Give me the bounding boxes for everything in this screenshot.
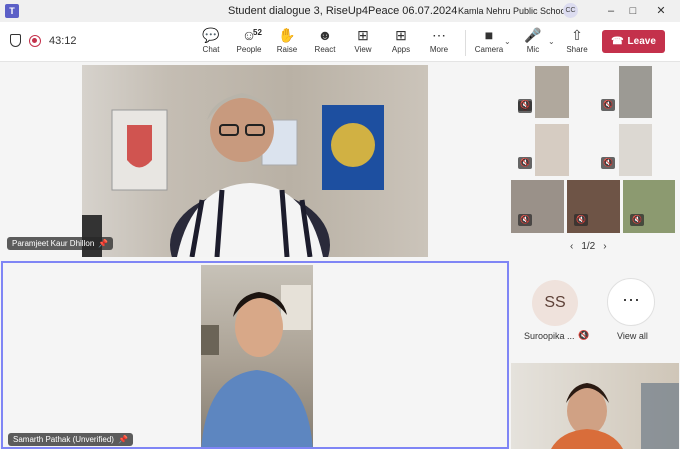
chat-button[interactable]: 💬 Chat: [193, 26, 229, 60]
minimize-icon[interactable]: –: [602, 3, 620, 19]
share-button[interactable]: ⇧ Share: [559, 26, 595, 60]
participant-name-tag: Samarth Pathak (Unverified) 📌: [8, 433, 133, 446]
pin-icon[interactable]: 📌: [98, 239, 108, 248]
view-all-button[interactable]: ⋯: [607, 278, 655, 326]
gallery-tile[interactable]: 🔇: [518, 66, 569, 118]
raise-hand-button[interactable]: ✋ Raise: [269, 26, 305, 60]
video-tile-main-speaker[interactable]: Paramjeet Kaur Dhillon 📌: [7, 65, 428, 257]
hand-icon: ✋: [278, 27, 296, 43]
muted-icon: 🔇: [601, 157, 615, 169]
react-label: React: [314, 45, 336, 54]
more-button[interactable]: ⋯ More: [421, 26, 457, 60]
ellipsis-icon: ⋯: [622, 290, 640, 310]
shield-icon[interactable]: [10, 34, 21, 47]
participant-name: Samarth Pathak (Unverified): [13, 435, 114, 444]
muted-icon: 🔇: [630, 214, 644, 226]
leave-label: Leave: [627, 36, 656, 47]
camera-label: Camera: [474, 45, 504, 54]
speaker-name-tag: Paramjeet Kaur Dhillon 📌: [7, 237, 114, 250]
grid-icon: ⊞: [357, 27, 369, 43]
apps-label: Apps: [391, 45, 411, 54]
leave-button[interactable]: ☎ Leave: [602, 30, 665, 53]
camera-options-chevron-icon[interactable]: ⌄: [504, 37, 511, 46]
people-button[interactable]: ☺ 52 People: [231, 26, 267, 60]
self-view-tile[interactable]: [511, 363, 679, 449]
pin-icon[interactable]: 📌: [118, 435, 128, 444]
muted-icon: 🔇: [601, 99, 615, 111]
ellipsis-icon: ⋯: [432, 27, 446, 43]
view-label: View: [354, 45, 372, 54]
teams-app-icon: T: [5, 4, 19, 18]
plus-box-icon: ⊞: [395, 27, 407, 43]
raise-label: Raise: [276, 45, 298, 54]
meeting-title: Student dialogue 3, RiseUp4Peace 06.07.2…: [228, 5, 458, 17]
speaker-name: Paramjeet Kaur Dhillon: [12, 239, 95, 248]
view-button[interactable]: ⊞ View: [345, 26, 381, 60]
camera-button[interactable]: ■ Camera: [471, 26, 507, 60]
apps-button[interactable]: ⊞ Apps: [383, 26, 419, 60]
maximize-icon[interactable]: □: [624, 3, 642, 19]
meeting-toolbar: 43:12 💬 Chat ☺ 52 People ✋ Raise ☻ React…: [0, 22, 680, 62]
view-all-label: View all: [617, 331, 648, 341]
mic-options-chevron-icon[interactable]: ⌄: [548, 37, 555, 46]
video-tile-active-speaker[interactable]: Samarth Pathak (Unverified) 📌: [1, 261, 509, 449]
participant-video: [201, 285, 313, 447]
mic-button[interactable]: 🎤 Mic: [515, 26, 551, 60]
speaker-video-frame: [82, 93, 384, 257]
smiley-icon: ☻: [317, 27, 333, 43]
people-count: 52: [253, 28, 262, 37]
next-page-icon[interactable]: ›: [603, 241, 606, 252]
gallery-tile[interactable]: [619, 66, 652, 118]
muted-icon: 🔇: [574, 214, 588, 226]
participant-avatar[interactable]: SS: [532, 280, 578, 326]
muted-icon: 🔇: [578, 330, 590, 340]
org-name[interactable]: Kamla Nehru Public School: [458, 6, 568, 16]
participant-label: Suroopika ...: [524, 331, 575, 341]
self-view-video: [551, 383, 679, 449]
react-button[interactable]: ☻ React: [307, 26, 343, 60]
muted-icon: 🔇: [518, 214, 532, 226]
phone-hangup-icon: ☎: [611, 36, 624, 47]
mic-off-icon: 🎤: [524, 27, 542, 43]
title-bar: T Student dialogue 3, RiseUp4Peace 06.07…: [0, 0, 680, 22]
previous-page-icon[interactable]: ‹: [570, 241, 573, 252]
muted-icon: 🔇: [518, 99, 532, 111]
share-label: Share: [566, 45, 588, 54]
toolbar-divider: [465, 30, 466, 56]
meeting-timer: 43:12: [49, 34, 77, 47]
mic-label: Mic: [526, 45, 540, 54]
gallery-pager: ‹ 1/2 ›: [570, 241, 607, 252]
recording-icon: [29, 34, 41, 47]
gallery-tile[interactable]: [619, 124, 652, 176]
page-indicator: 1/2: [581, 241, 596, 252]
camera-icon: ■: [484, 27, 494, 43]
close-icon[interactable]: ✕: [652, 3, 670, 19]
more-label: More: [429, 45, 449, 54]
account-avatar[interactable]: CC: [563, 3, 578, 18]
chat-icon: 💬: [202, 27, 220, 43]
people-label: People: [236, 45, 262, 54]
participant-video-frame: [201, 265, 313, 447]
share-icon: ⇧: [571, 27, 583, 43]
gallery-tile[interactable]: [535, 124, 569, 176]
muted-icon: 🔇: [518, 157, 532, 169]
chat-label: Chat: [202, 45, 220, 54]
